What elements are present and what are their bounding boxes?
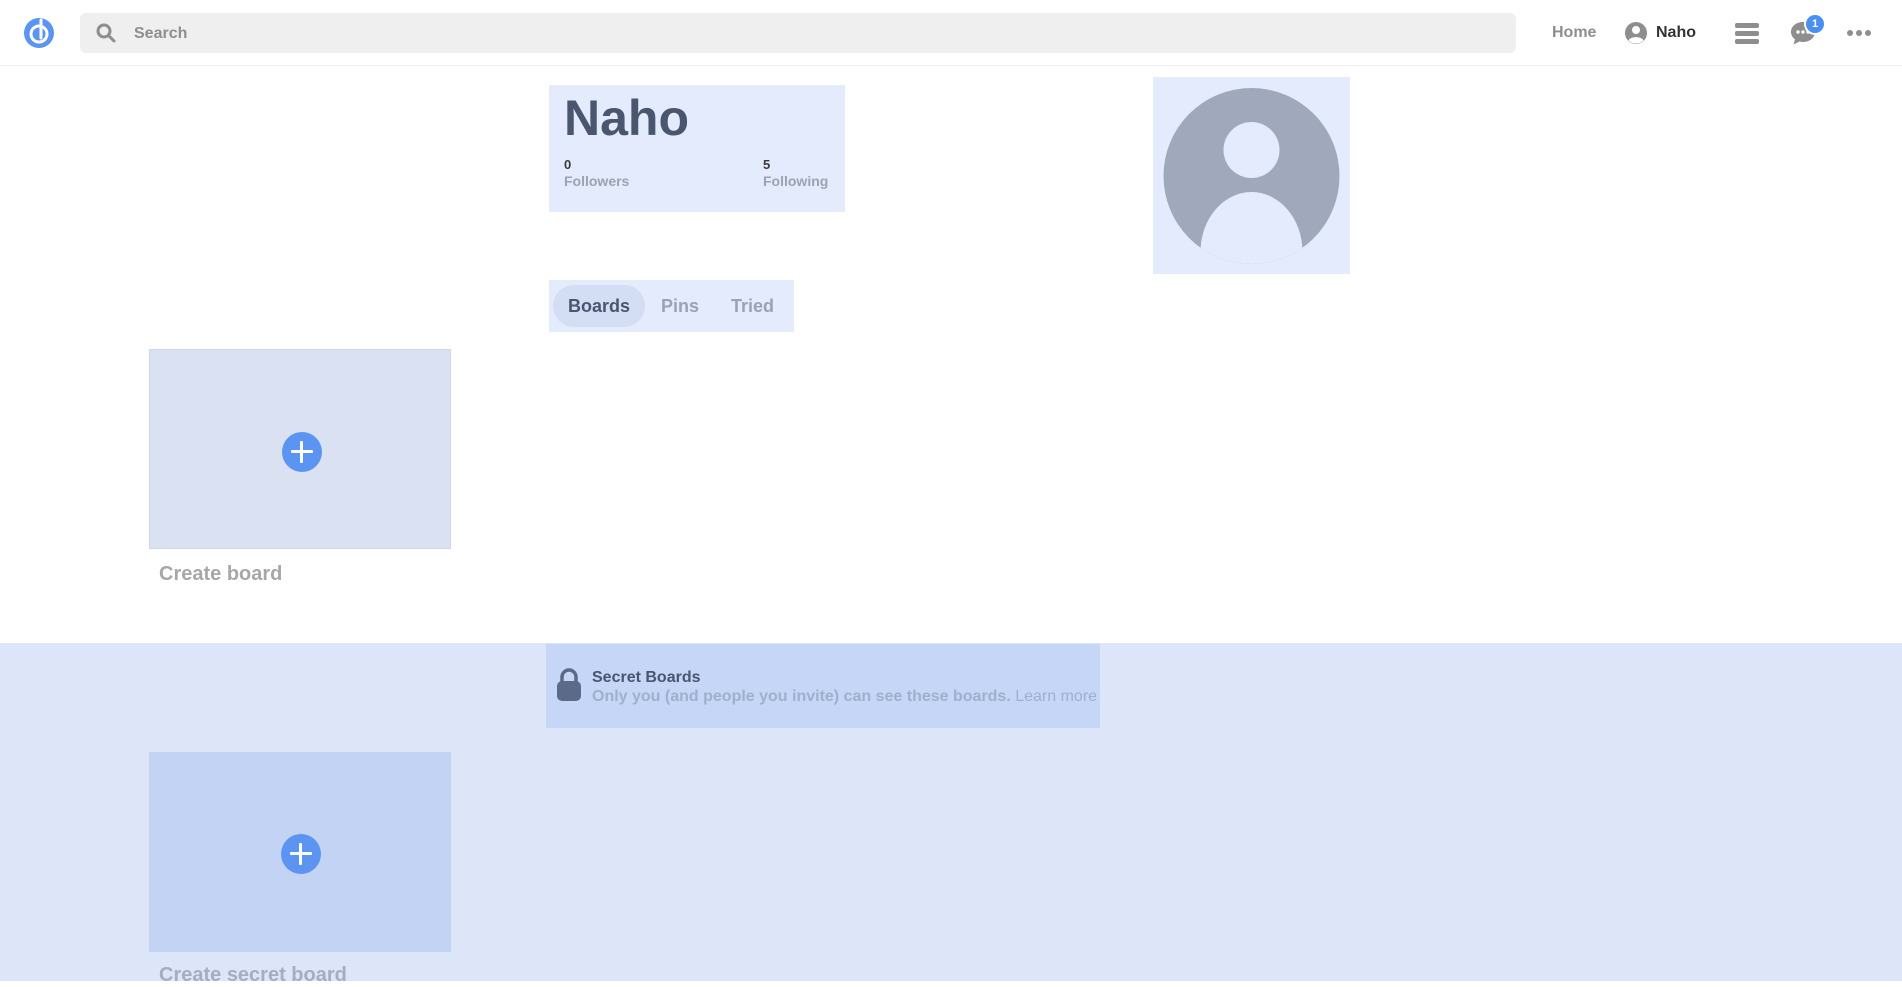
create-board-label[interactable]: Create board bbox=[159, 563, 282, 586]
create-secret-board-button[interactable] bbox=[149, 752, 451, 952]
home-link[interactable]: Home bbox=[1540, 18, 1608, 48]
menu-icon[interactable] bbox=[1735, 21, 1759, 45]
search-input[interactable] bbox=[132, 13, 1496, 55]
secret-boards-title: Secret Boards bbox=[592, 669, 701, 686]
profile-name: Naho bbox=[564, 90, 689, 146]
learn-more-link[interactable]: Learn more bbox=[1015, 688, 1097, 705]
create-board-button[interactable] bbox=[149, 349, 451, 549]
user-icon bbox=[1625, 22, 1647, 44]
secret-boards-banner: Secret Boards Only you (and people you i… bbox=[546, 644, 1100, 728]
notification-badge: 1 bbox=[1804, 13, 1826, 35]
avatar-placeholder-icon bbox=[1163, 88, 1340, 264]
profile-tabs: Boards Pins Tried bbox=[549, 280, 794, 332]
profile-link[interactable]: Naho bbox=[1624, 18, 1696, 48]
search-icon bbox=[96, 23, 116, 43]
secret-boards-description-text: Only you (and people you invite) can see… bbox=[592, 688, 1011, 705]
search-bar[interactable] bbox=[80, 13, 1516, 55]
following-stat[interactable]: 5 Following bbox=[763, 157, 828, 189]
followers-label: Followers bbox=[564, 173, 630, 189]
profile-card: Naho 0 Followers 5 Following bbox=[549, 85, 845, 212]
following-count: 5 bbox=[763, 157, 771, 172]
tab-tried[interactable]: Tried bbox=[715, 285, 790, 327]
following-label: Following bbox=[763, 173, 829, 189]
top-bar: Home Naho 1 bbox=[0, 0, 1902, 66]
logo-icon[interactable] bbox=[22, 16, 56, 50]
more-icon[interactable] bbox=[1847, 29, 1871, 37]
followers-count: 0 bbox=[564, 157, 572, 172]
avatar[interactable] bbox=[1153, 77, 1350, 274]
plus-icon bbox=[281, 834, 321, 874]
lock-icon bbox=[557, 668, 581, 701]
tab-boards[interactable]: Boards bbox=[553, 285, 646, 327]
followers-stat[interactable]: 0 Followers bbox=[564, 157, 629, 189]
secret-boards-description: Only you (and people you invite) can see… bbox=[592, 688, 1097, 706]
profile-link-label: Naho bbox=[1656, 24, 1696, 41]
plus-icon bbox=[282, 432, 322, 472]
create-secret-board-label[interactable]: Create secret board bbox=[159, 964, 347, 987]
tab-pins[interactable]: Pins bbox=[645, 285, 715, 327]
